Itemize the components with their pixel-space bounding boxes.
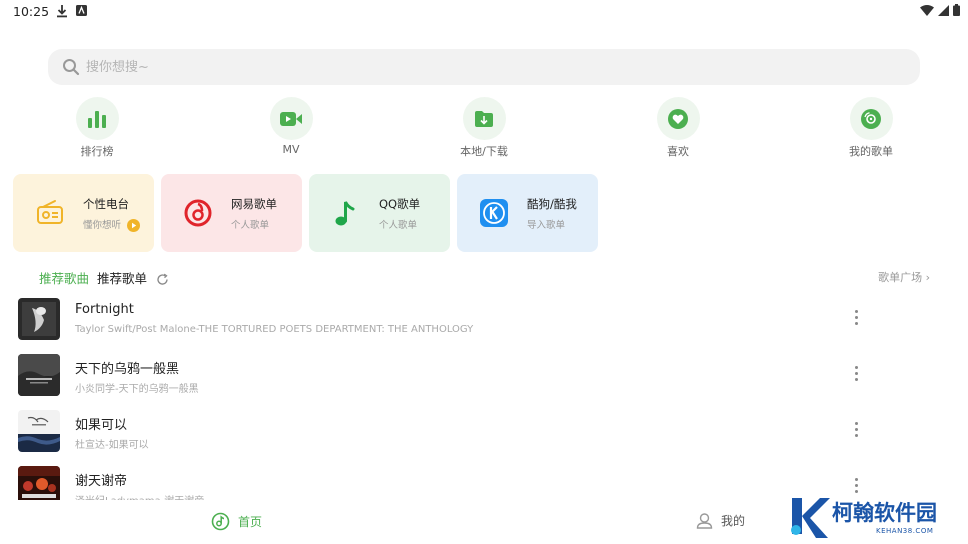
card-qq-playlist[interactable]: QQ歌单 个人歌单 [309,174,450,252]
album-cover [18,298,60,340]
card-kugou-kuwo[interactable]: 酷狗/酷我 导入歌单 [457,174,598,252]
music-disc-icon [211,512,230,531]
watermark-logo [791,498,830,538]
heart-icon [668,108,688,129]
section-tabs: 推荐歌曲 推荐歌单 [39,268,169,287]
nav-circle [75,97,119,140]
tab-me-label: 我的 [721,514,746,528]
song-title: 如果可以 [75,418,128,433]
wifi-icon [920,4,934,16]
user-icon [696,513,713,529]
album-art [18,354,60,396]
song-row[interactable]: 天下的乌鸦一般黑 小炎同学-天下的乌鸦一般黑 [18,354,868,402]
card-subtitle-text: 懂你想听 [83,220,122,231]
nav-favorites[interactable]: 喜欢 [638,97,718,159]
card-title: QQ歌单 [379,197,421,211]
play-circle-icon[interactable] [127,219,141,232]
album-cover [18,410,60,452]
nav-label: 本地/下载 [460,145,508,158]
more-options-icon[interactable] [853,366,859,384]
bar-chart-icon [88,110,106,128]
video-icon [280,111,302,126]
app-root: 10:25 搜你想搜~ 排行榜 MV 本地/下载 喜欢 我的歌单 个性电台 懂你… [0,0,968,544]
nav-my-playlists[interactable]: 我的歌单 [831,97,911,159]
nav-local-download[interactable]: 本地/下载 [444,97,524,159]
watermark-domain: KEHAN38.COM [876,527,934,535]
nav-ranking[interactable]: 排行榜 [57,97,137,159]
search-bar[interactable] [48,49,920,85]
more-options-icon[interactable] [853,310,859,328]
tab-recommended-songs[interactable]: 推荐歌曲 [39,271,89,286]
watermark: 柯翰软件园 KEHAN38.COM [788,494,960,542]
card-subtitle: 个人歌单 [231,220,270,231]
card-subtitle: 懂你想听 [83,217,141,232]
watermark-text: 柯翰软件园 [832,501,937,525]
card-title: 个性电台 [83,197,129,211]
album-art [18,410,60,452]
signal-icon [938,4,949,16]
search-icon [63,59,80,76]
playlist-square-link[interactable]: 歌单广场 › [878,269,930,285]
card-title: 酷狗/酷我 [527,197,577,211]
card-subtitle: 个人歌单 [379,220,418,231]
nav-mv[interactable]: MV [251,97,331,156]
nav-circle [462,97,506,140]
nav-label: MV [282,143,300,156]
tab-me[interactable]: 我的 [696,512,745,529]
song-title: 谢天谢帝 [75,474,128,489]
disc-icon [861,108,881,129]
card-title: 网易歌单 [231,197,277,211]
download-status-icon [57,5,67,18]
song-title: Fortnight [75,302,134,317]
search-input[interactable] [86,49,886,85]
qq-music-note-icon [335,201,355,226]
nav-label: 喜欢 [667,145,689,158]
netease-music-icon [184,199,212,227]
radio-icon [37,200,63,224]
card-personal-radio[interactable]: 个性电台 懂你想听 [13,174,154,252]
song-artist-album: Taylor Swift/Post Malone-THE TORTURED PO… [75,324,474,335]
more-options-icon[interactable] [853,422,859,440]
card-subtitle: 导入歌单 [527,220,566,231]
status-right [920,4,960,16]
kugou-k-icon [480,199,508,227]
nav-label: 排行榜 [80,145,114,158]
tab-home[interactable]: 首页 [211,512,262,531]
song-row[interactable]: Fortnight Taylor Swift/Post Malone-THE T… [18,298,868,346]
tab-home-label: 首页 [238,515,263,529]
album-art [18,298,60,340]
card-netease-playlist[interactable]: 网易歌单 个人歌单 [161,174,302,252]
battery-icon [953,4,960,16]
refresh-icon[interactable] [156,273,169,286]
song-artist-album: 小炎同学-天下的乌鸦一般黑 [75,384,199,395]
song-row[interactable]: 如果可以 杜宣达-如果可以 [18,410,868,458]
nav-circle [656,97,700,140]
status-time: 10:25 [13,4,50,19]
nav-circle [269,97,313,140]
tab-recommended-playlists[interactable]: 推荐歌单 [97,271,147,286]
album-cover [18,354,60,396]
app-notification-icon [76,5,87,16]
nav-circle [849,97,893,140]
song-title: 天下的乌鸦一般黑 [75,362,180,377]
nav-label: 我的歌单 [849,145,893,158]
status-bar: 10:25 [0,0,968,24]
download-folder-icon [475,110,493,127]
song-artist-album: 杜宣达-如果可以 [75,440,149,451]
